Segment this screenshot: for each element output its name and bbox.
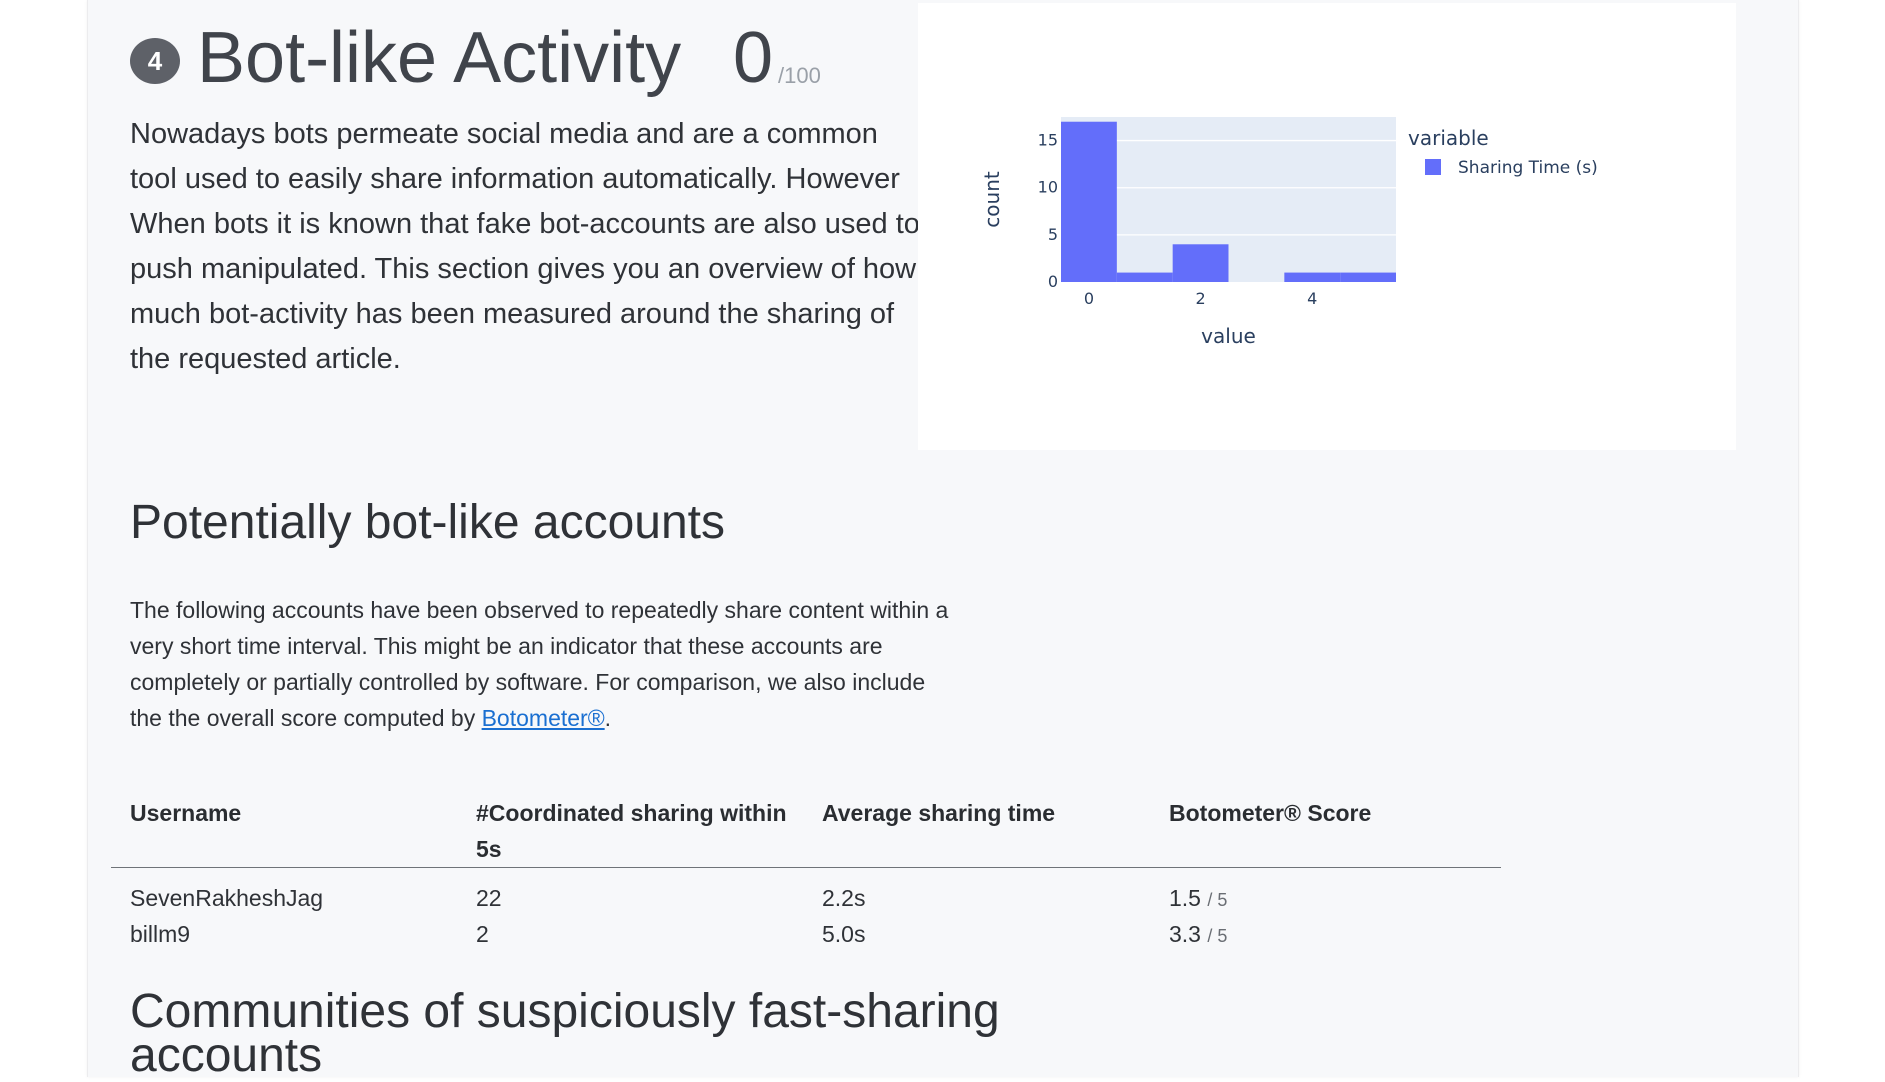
report-panel: 4 Bot-like Activity 0 /100 Nowadays bots… [87,0,1799,1082]
score-max: /100 [778,63,821,88]
coordinated-cell: 22 [476,885,502,911]
table-row: SevenRakheshJag 22 2.2s 1.5 / 5 [111,880,1501,916]
avg-time-cell: 5.0s [822,921,866,947]
username-cell: billm9 [130,921,191,947]
y-tick-label: 5 [1048,225,1058,244]
x-tick-label: 4 [1307,289,1317,308]
coordinated-cell: 2 [476,921,489,947]
histogram-bar [1172,244,1229,282]
legend-label: Sharing Time (s) [1458,158,1598,178]
table-header: Username #Coordinated sharing within 5s … [111,795,1501,868]
section-title: Bot-like Activity [197,18,682,98]
communities-section-title: Communities of suspiciously fast-sharing… [130,985,1000,1082]
y-tick-label: 15 [1038,131,1058,150]
step-number-badge: 4 [130,38,180,84]
score-number: 3.3 [1169,921,1201,947]
legend-swatch [1425,159,1441,175]
accounts-section-title: Potentially bot-like accounts [130,496,725,549]
histogram-bar [1061,121,1117,282]
avg-time-cell: 2.2s [822,885,866,911]
histogram-bar [1340,272,1396,282]
bot-accounts-table: Username #Coordinated sharing within 5s … [111,795,1501,952]
histogram-svg: 0 5 10 15 0 2 4 value count variable Sharing Time … [980,117,1598,348]
x-tick-label: 2 [1195,289,1205,308]
y-tick-label: 0 [1048,272,1058,291]
legend-title: variable [1408,126,1489,150]
botometer-score-cell: 1.5 / 5 [1169,880,1227,918]
score-max: / 5 [1207,926,1228,946]
table-row: billm9 2 5.0s 3.3 / 5 [111,916,1501,952]
score-max: / 5 [1207,890,1228,910]
score-value: 0 [733,18,774,98]
column-header-username: Username [130,800,242,826]
accounts-description: The following accounts have been observe… [130,592,950,736]
histogram-bar [1284,272,1341,282]
step-number: 4 [147,45,163,76]
histogram-bar [1116,272,1173,282]
botometer-link[interactable]: Botometer® [482,705,605,731]
username-cell: SevenRakheshJag [130,885,324,911]
intro-text: Nowadays bots permeate social media and … [130,118,920,375]
column-header-botometer: Botometer® Score [1169,800,1372,826]
score-number: 1.5 [1169,885,1201,911]
y-axis-title: count [980,171,1004,228]
y-tick-label: 10 [1038,178,1058,197]
x-tick-label: 0 [1084,289,1094,308]
sharing-time-histogram[interactable]: 0 5 10 15 0 2 4 value count variable Sharing Time … [918,3,1736,450]
accounts-description-end: . [604,705,612,731]
column-header-coordinated: #Coordinated sharing within 5s [476,800,787,862]
botometer-score-cell: 3.3 / 5 [1169,916,1227,954]
x-axis-title: value [1201,324,1256,348]
column-header-avg-time: Average sharing time [822,800,1056,826]
